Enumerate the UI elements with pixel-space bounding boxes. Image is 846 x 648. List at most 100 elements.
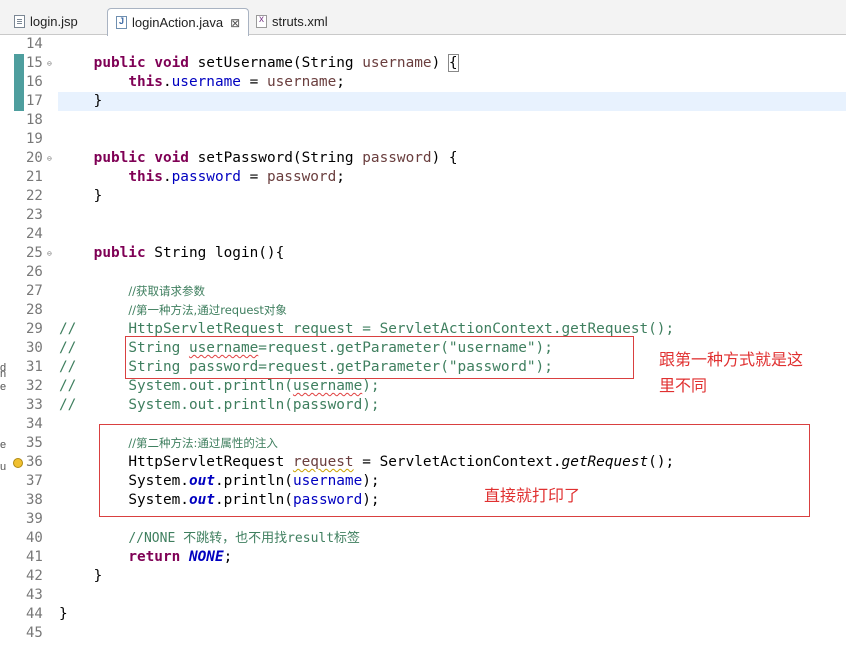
line-number: 36 [26,454,43,470]
comment-prefix: // [59,359,77,375]
line-number: 24 [26,226,43,242]
annotation-box-first-method [125,336,634,379]
comment: ); [362,378,380,394]
code-line-16[interactable]: this.username = username; [59,73,345,92]
comment: //NONE 不跳转，也不用找result标签 [128,531,361,546]
parameter: username [362,55,432,71]
comment: //获取请求参数 [128,284,206,298]
comment-prefix: // [59,340,77,356]
line-number: 30 [26,340,43,356]
tab-struts-xml[interactable]: struts.xml [256,8,346,35]
code-text: = [240,74,267,90]
xml-file-icon [256,14,267,28]
line-number: 17 [26,93,43,109]
field: password [171,169,241,185]
line-number: 21 [26,169,43,185]
close-icon[interactable]: ⊠ [230,16,240,30]
fold-collapse-icon[interactable]: ⊖ [47,244,55,263]
code-line-20[interactable]: public void setPassword(String password)… [59,149,458,168]
line-number: 44 [26,606,43,622]
line-number: 43 [26,587,43,603]
code-line-21[interactable]: this.password = password; [59,168,345,187]
code-line-44[interactable]: } [59,605,68,624]
comment: System.out.println( [128,378,293,394]
code-text: String login(){ [145,245,285,261]
code-text: ; [336,74,345,90]
code-line-33[interactable]: // System.out.println(password); [59,396,380,415]
code-line-17[interactable]: } [59,92,103,111]
code-line-32[interactable]: // System.out.println(username); [59,377,380,396]
keyword: void [154,55,189,71]
line-number: 33 [26,397,43,413]
line-number: 39 [26,511,43,527]
code-text: ; [223,549,233,565]
line-number: 35 [26,435,43,451]
line-number: 28 [26,302,43,318]
change-bar [14,54,24,111]
editor-tab-bar: login.jsp loginAction.java ⊠ struts.xml [0,0,846,36]
code-text: ) [431,55,449,71]
line-number: 15 [26,55,43,71]
keyword: this [128,169,163,185]
tab-login-action-java[interactable]: loginAction.java ⊠ [107,8,249,36]
ruler-fragment: d [0,362,7,374]
code-text: = [240,169,267,185]
static-field: NONE [188,549,224,565]
line-number: 25 [26,245,43,261]
parameter: username [266,74,337,90]
comment-prefix: // [59,321,77,337]
ruler-fragment: e [0,439,7,451]
line-number: 31 [26,359,43,375]
keyword: this [128,74,163,90]
parameter: password [266,169,337,185]
code-line-27[interactable]: //获取请求参数 [59,282,205,301]
annotation-note-difference: 跟第一种方式就是这 里不同 [659,347,803,399]
code-text: } [93,188,103,204]
tab-label: loginAction.java [132,15,224,30]
jsp-file-icon [14,15,25,28]
code-text: ) { [431,150,458,166]
code-line-22[interactable]: } [59,187,103,206]
code-text: } [93,568,103,584]
annotation-text: 里不同 [659,376,708,395]
code-text: . [162,74,172,90]
keyword: void [154,150,189,166]
code-line-41[interactable]: return NONE; [59,548,232,567]
annotation-box-second-method [99,424,810,517]
keyword: public [93,245,146,261]
tab-login-jsp[interactable]: login.jsp [14,8,106,35]
code-text: } [59,606,68,622]
keyword: public [93,150,146,166]
ruler-fragment: u [0,461,7,473]
comment: HttpServletRequest request = ServletActi… [128,321,675,337]
code-line-15[interactable]: public void setUsername(String username)… [59,54,459,73]
code-line-40[interactable]: //NONE 不跳转，也不用找result标签 [59,529,360,548]
code-editor[interactable]: n d e e u 14 15 16 17 18 19 20 21 22 23 … [0,35,846,648]
line-number: 18 [26,112,43,128]
line-number: 22 [26,188,43,204]
line-number: 38 [26,492,43,508]
fold-collapse-icon[interactable]: ⊖ [47,149,55,168]
parameter: password [362,150,432,166]
tab-label: login.jsp [30,14,78,29]
line-number: 29 [26,321,43,337]
warning-marker-icon[interactable] [13,458,23,468]
line-number: 37 [26,473,43,489]
comment-prefix: // [59,378,77,394]
matched-brace: { [447,54,459,72]
annotation-text: 跟第一种方式就是这 [659,350,804,369]
keyword: return [128,549,181,565]
comment: username [292,378,363,394]
line-number: 42 [26,568,43,584]
code-line-28[interactable]: //第一种方法,通过request对象 [59,301,287,320]
line-number: 34 [26,416,43,432]
fold-collapse-icon[interactable]: ⊖ [47,54,55,73]
line-number: 32 [26,378,43,394]
code-text: setPassword(String [188,150,363,166]
code-line-42[interactable]: } [59,567,103,586]
line-number: 41 [26,549,43,565]
comment-prefix: // [59,397,77,413]
comment: System.out.println(password); [128,397,380,413]
code-line-25[interactable]: public String login(){ [59,244,285,263]
